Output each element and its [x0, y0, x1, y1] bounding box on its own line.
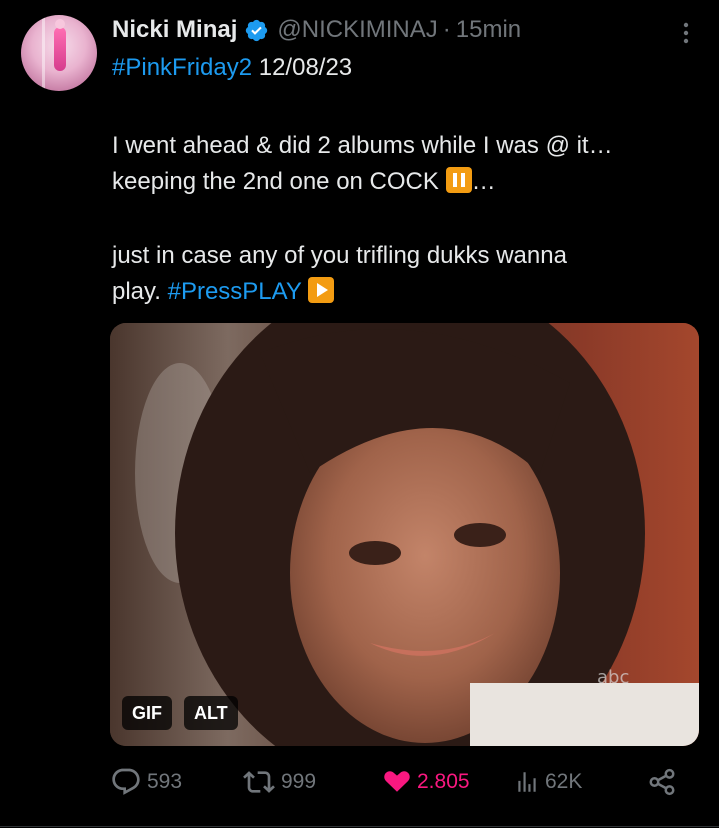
- avatar[interactable]: [21, 15, 97, 91]
- more-options-icon[interactable]: [676, 20, 696, 46]
- timestamp[interactable]: 15min: [456, 16, 521, 44]
- verified-badge-icon: [246, 19, 268, 41]
- tweet-text-line: I went ahead & did 2 albums while I was …: [112, 132, 613, 159]
- gif-badge: GIF: [122, 696, 172, 730]
- tweet-text-segment: …: [471, 168, 496, 195]
- hashtag-link[interactable]: #PinkFriday2: [112, 54, 252, 81]
- tweet-text-line: play. #PressPLAY: [112, 274, 692, 310]
- alt-text-badge[interactable]: ALT: [184, 696, 238, 730]
- share-button[interactable]: [647, 760, 677, 804]
- display-name[interactable]: Nicki Minaj: [112, 16, 237, 44]
- hashtag-link[interactable]: #PressPLAY: [168, 278, 302, 305]
- view-count: 62K: [545, 770, 583, 793]
- like-button[interactable]: 2.805: [382, 760, 470, 804]
- tweet-text-line: just in case any of you trifling dukks w…: [112, 242, 567, 269]
- views-button[interactable]: 62K: [514, 760, 582, 804]
- reply-icon: [112, 768, 140, 795]
- share-icon: [649, 768, 675, 796]
- tweet-date-text: 12/08/23: [252, 54, 353, 81]
- tweet-text-segment: keeping the 2nd one on COCK: [112, 168, 446, 195]
- repost-count: 999: [281, 770, 317, 793]
- like-count: 2.805: [417, 770, 470, 793]
- tweet-text-line: keeping the 2nd one on COCK …: [112, 164, 692, 200]
- user-handle[interactable]: @NICKIMINAJ: [277, 16, 437, 44]
- tweet-text-line: #PinkFriday2 12/08/23: [112, 50, 692, 86]
- play-emoji-icon: [308, 277, 335, 303]
- pause-emoji-icon: [445, 167, 472, 193]
- tweet[interactable]: Nicki Minaj @NICKIMINAJ · 15min #PinkFri…: [0, 0, 719, 828]
- repost-icon: [243, 771, 275, 793]
- repost-button[interactable]: 999: [242, 760, 316, 804]
- views-icon: [518, 772, 536, 792]
- divider: [0, 826, 719, 827]
- heart-icon: [384, 771, 410, 792]
- reply-button[interactable]: 593: [110, 760, 182, 804]
- abc-watermark: abc: [597, 667, 629, 688]
- separator: ·: [442, 16, 451, 43]
- gif-frame-image: abc: [110, 323, 699, 746]
- reply-count: 593: [147, 770, 183, 793]
- gif-media[interactable]: abc: [110, 323, 699, 746]
- tweet-text-segment: play.: [112, 278, 168, 305]
- tweet-header: Nicki Minaj @NICKIMINAJ · 15min: [112, 13, 521, 47]
- tweet-actions: 593 999 2.805 62K: [0, 760, 719, 804]
